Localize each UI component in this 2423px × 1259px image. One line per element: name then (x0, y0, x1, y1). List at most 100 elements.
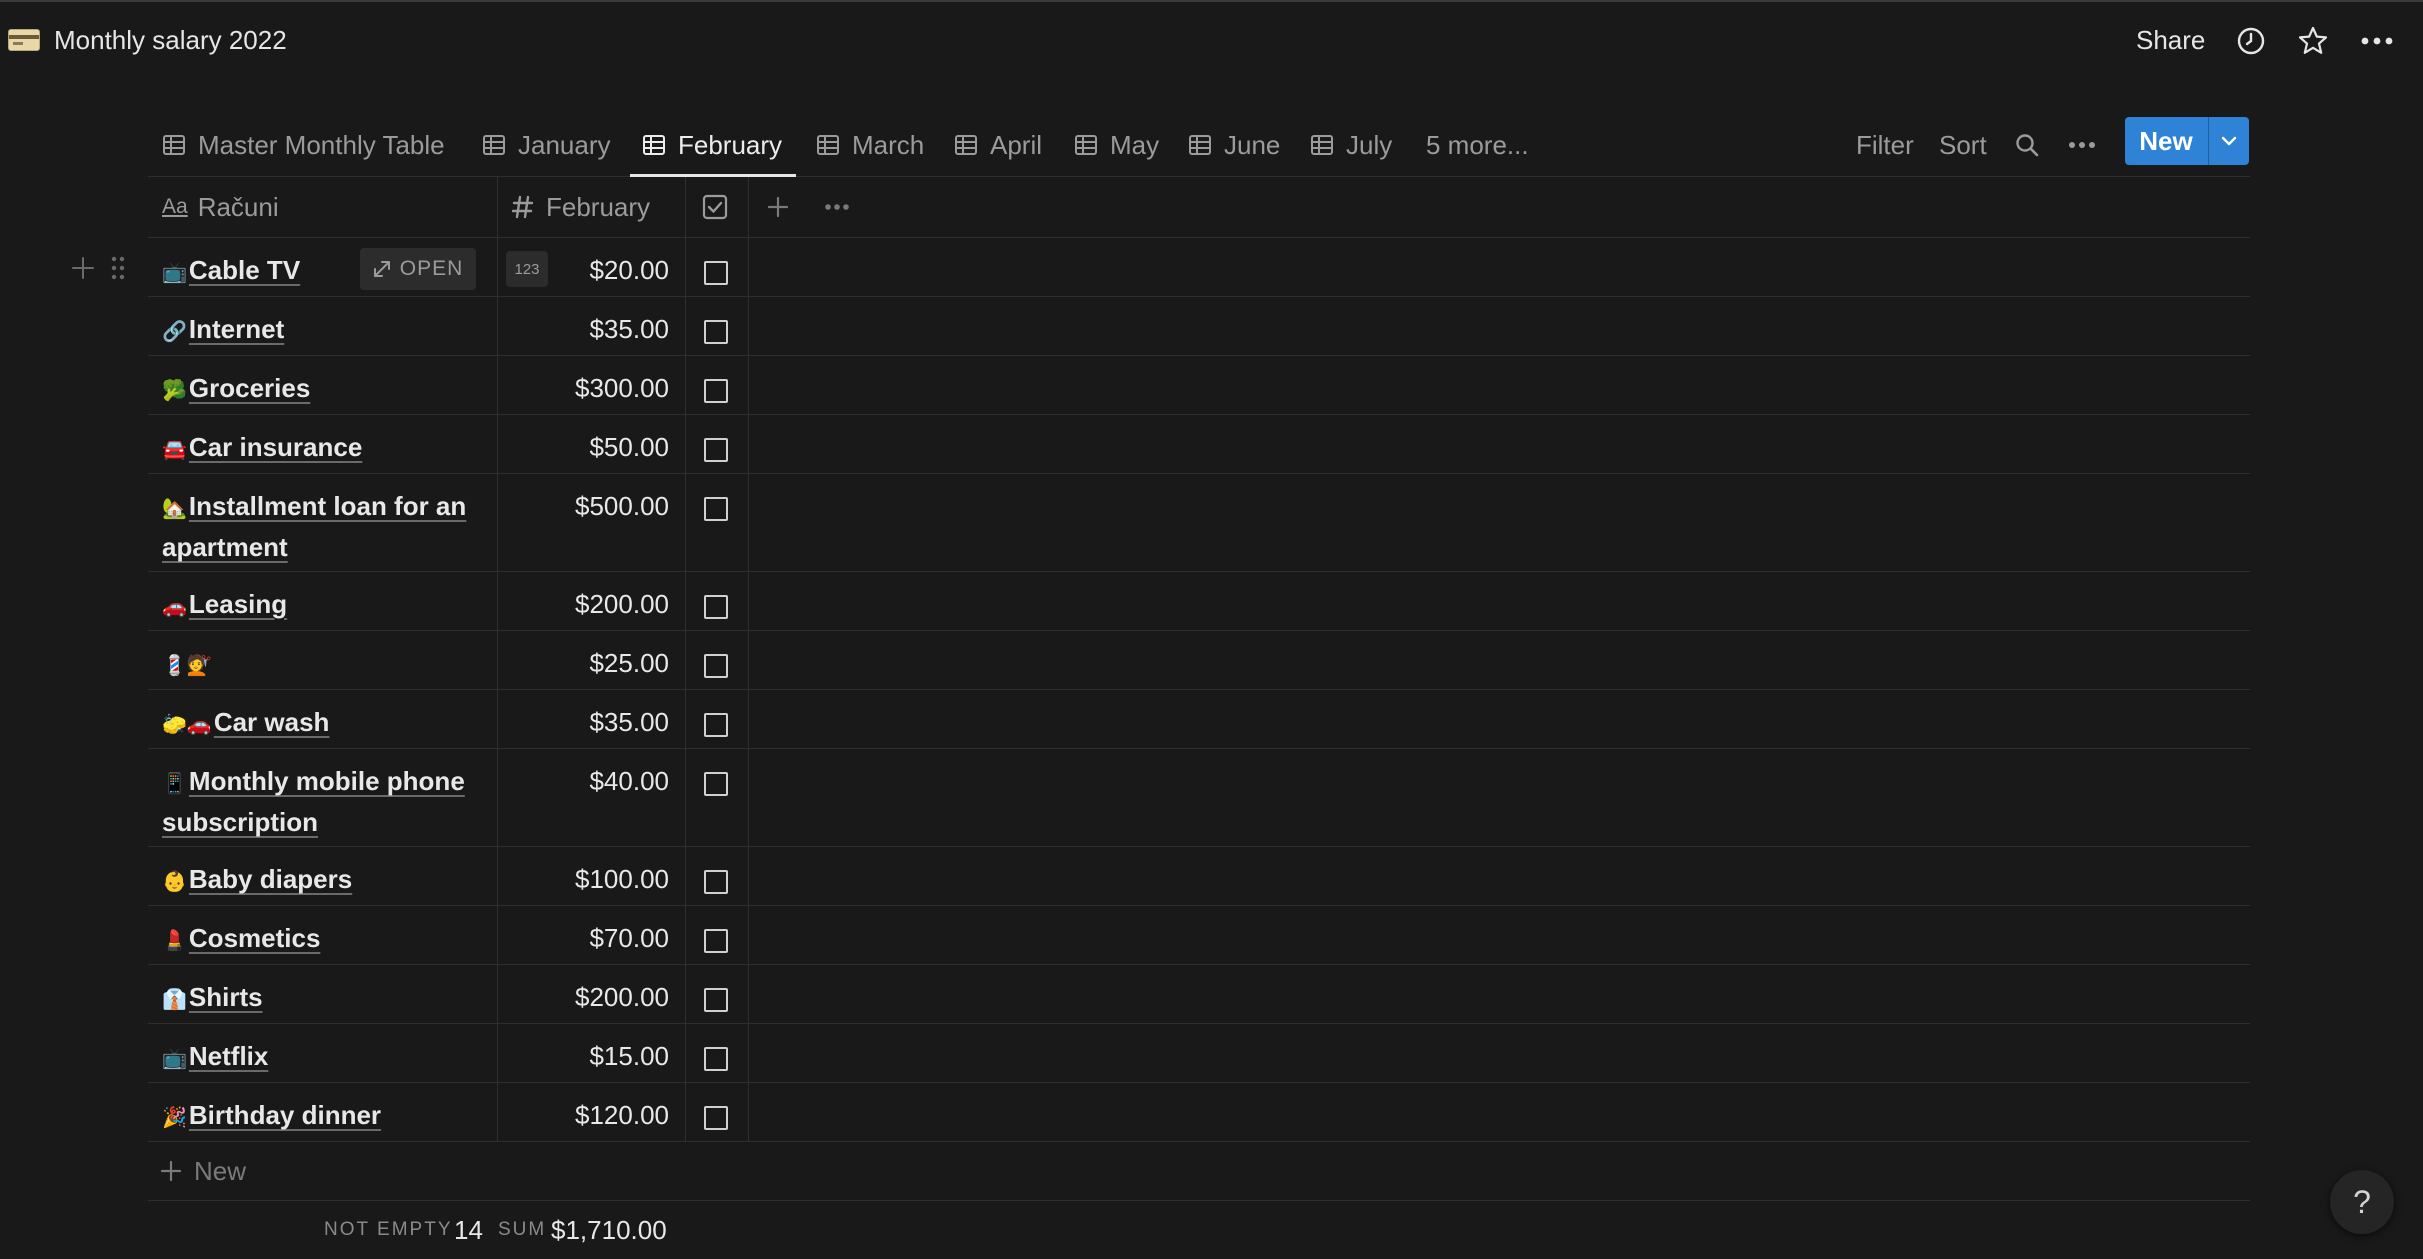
row-checkbox[interactable] (704, 261, 728, 285)
more-views-link[interactable]: 5 more... (1426, 114, 1529, 176)
star-icon[interactable] (2296, 24, 2330, 58)
name-cell[interactable]: 📺Cable TV OPEN (148, 238, 498, 296)
amount-cell[interactable]: $100.00 (498, 847, 686, 905)
row-checkbox[interactable] (704, 1047, 728, 1071)
amount-cell[interactable]: $25.00 (498, 631, 686, 689)
table-row[interactable]: 👔Shirts $200.00 (148, 965, 2250, 1024)
count-value[interactable]: 14 (454, 1201, 483, 1259)
row-checkbox[interactable] (704, 497, 728, 521)
row-title[interactable]: 💈💇 (162, 644, 492, 685)
row-title[interactable]: 💄Cosmetics (162, 919, 492, 960)
tab-master-monthly-table[interactable]: Master Monthly Table (162, 114, 445, 176)
amount-cell[interactable]: $300.00 (498, 356, 686, 414)
chevron-down-icon[interactable] (2209, 117, 2249, 165)
open-row-button[interactable]: OPEN (360, 248, 476, 290)
name-cell[interactable]: 📺Netflix (148, 1024, 498, 1082)
table-row[interactable]: 📱Monthly mobile phone subscription $40.00 (148, 749, 2250, 847)
name-cell[interactable]: 🏡Installment loan for an apartment (148, 474, 498, 571)
row-checkbox[interactable] (704, 595, 728, 619)
row-title[interactable]: 📺Netflix (162, 1037, 492, 1078)
column-options-icon[interactable] (824, 177, 850, 237)
table-row[interactable]: 💈💇 $25.00 (148, 631, 2250, 690)
row-title[interactable]: 🔗Internet (162, 310, 492, 351)
table-row[interactable]: 🎉Birthday dinner $120.00 (148, 1083, 2250, 1142)
name-cell[interactable]: 👶Baby diapers (148, 847, 498, 905)
name-cell[interactable]: 🎉Birthday dinner (148, 1083, 498, 1141)
row-checkbox[interactable] (704, 438, 728, 462)
row-checkbox[interactable] (704, 1106, 728, 1130)
name-cell[interactable]: 🚘Car insurance (148, 415, 498, 473)
amount-cell[interactable]: $200.00 (498, 572, 686, 630)
table-row[interactable]: 🥦Groceries $300.00 (148, 356, 2250, 415)
tab-march[interactable]: March (816, 114, 924, 176)
table-row[interactable]: 🔗Internet $35.00 (148, 297, 2250, 356)
share-button[interactable]: Share (2136, 25, 2205, 56)
row-checkbox[interactable] (704, 772, 728, 796)
name-cell[interactable]: 🥦Groceries (148, 356, 498, 414)
tab-july[interactable]: July (1310, 114, 1392, 176)
tab-may[interactable]: May (1074, 114, 1159, 176)
number-format-badge[interactable]: 123 (506, 251, 548, 287)
new-record-button[interactable]: New (2125, 117, 2249, 165)
name-cell[interactable]: 📱Monthly mobile phone subscription (148, 749, 498, 846)
search-icon[interactable] (2014, 114, 2040, 176)
amount-cell[interactable]: $35.00 (498, 690, 686, 748)
amount-cell[interactable]: $500.00 (498, 474, 686, 571)
column-header-february[interactable]: February (498, 177, 686, 237)
sort-button[interactable]: Sort (1939, 114, 1987, 176)
name-cell[interactable]: 🔗Internet (148, 297, 498, 355)
table-row[interactable]: 🚗Leasing $200.00 (148, 572, 2250, 631)
row-title[interactable]: 👔Shirts (162, 978, 492, 1019)
table-row[interactable]: 🚘Car insurance $50.00 (148, 415, 2250, 474)
row-title[interactable]: 👶Baby diapers (162, 860, 492, 901)
row-checkbox[interactable] (704, 713, 728, 737)
add-column-icon[interactable] (766, 177, 790, 237)
view-options-icon[interactable] (2068, 114, 2096, 176)
column-header-checkbox[interactable] (686, 177, 749, 237)
table-row[interactable]: 💄Cosmetics $70.00 (148, 906, 2250, 965)
row-checkbox[interactable] (704, 988, 728, 1012)
page-title[interactable]: Monthly salary 2022 (54, 25, 287, 56)
amount-cell[interactable]: $35.00 (498, 297, 686, 355)
clock-icon[interactable] (2234, 24, 2268, 58)
row-checkbox[interactable] (704, 870, 728, 894)
tab-february[interactable]: February (629, 114, 797, 177)
help-button[interactable]: ? (2330, 1170, 2394, 1234)
amount-cell[interactable]: $70.00 (498, 906, 686, 964)
table-row[interactable]: 🏡Installment loan for an apartment $500.0… (148, 474, 2250, 572)
row-title[interactable]: 🎉Birthday dinner (162, 1096, 492, 1137)
tab-june[interactable]: June (1188, 114, 1280, 176)
row-title[interactable]: 🏡Installment loan for an apartment (162, 487, 492, 566)
sum-value[interactable]: $1,710.00 (551, 1201, 667, 1259)
name-cell[interactable]: 💈💇 (148, 631, 498, 689)
row-title[interactable]: 🚗Leasing (162, 585, 492, 626)
more-icon[interactable] (2360, 24, 2394, 58)
name-cell[interactable]: 🧽🚗Car wash (148, 690, 498, 748)
name-cell[interactable]: 👔Shirts (148, 965, 498, 1023)
amount-cell[interactable]: $120.00 (498, 1083, 686, 1141)
row-title[interactable]: 🚘Car insurance (162, 428, 492, 469)
filter-button[interactable]: Filter (1856, 114, 1914, 176)
amount-cell[interactable]: 123 $20.00 (498, 238, 686, 296)
table-row[interactable]: 📺Netflix $15.00 (148, 1024, 2250, 1083)
row-title[interactable]: 🥦Groceries (162, 369, 492, 410)
name-cell[interactable]: 🚗Leasing (148, 572, 498, 630)
row-checkbox[interactable] (704, 379, 728, 403)
name-cell[interactable]: 💄Cosmetics (148, 906, 498, 964)
table-row[interactable]: 📺Cable TV OPEN 123 $20.00 (72, 238, 2250, 297)
drag-handle-icon[interactable] (110, 255, 126, 281)
tab-april[interactable]: April (954, 114, 1042, 176)
add-row-button[interactable]: New (148, 1142, 2250, 1201)
amount-cell[interactable]: $200.00 (498, 965, 686, 1023)
row-checkbox[interactable] (704, 320, 728, 344)
sum-label[interactable]: SUM (498, 1201, 546, 1259)
amount-cell[interactable]: $40.00 (498, 749, 686, 846)
row-title[interactable]: 🧽🚗Car wash (162, 703, 492, 744)
plus-icon[interactable] (70, 255, 96, 281)
table-row[interactable]: 👶Baby diapers $100.00 (148, 847, 2250, 906)
table-row[interactable]: 🧽🚗Car wash $35.00 (148, 690, 2250, 749)
row-title[interactable]: 📱Monthly mobile phone subscription (162, 762, 492, 841)
tab-january[interactable]: January (482, 114, 611, 176)
amount-cell[interactable]: $15.00 (498, 1024, 686, 1082)
row-checkbox[interactable] (704, 654, 728, 678)
